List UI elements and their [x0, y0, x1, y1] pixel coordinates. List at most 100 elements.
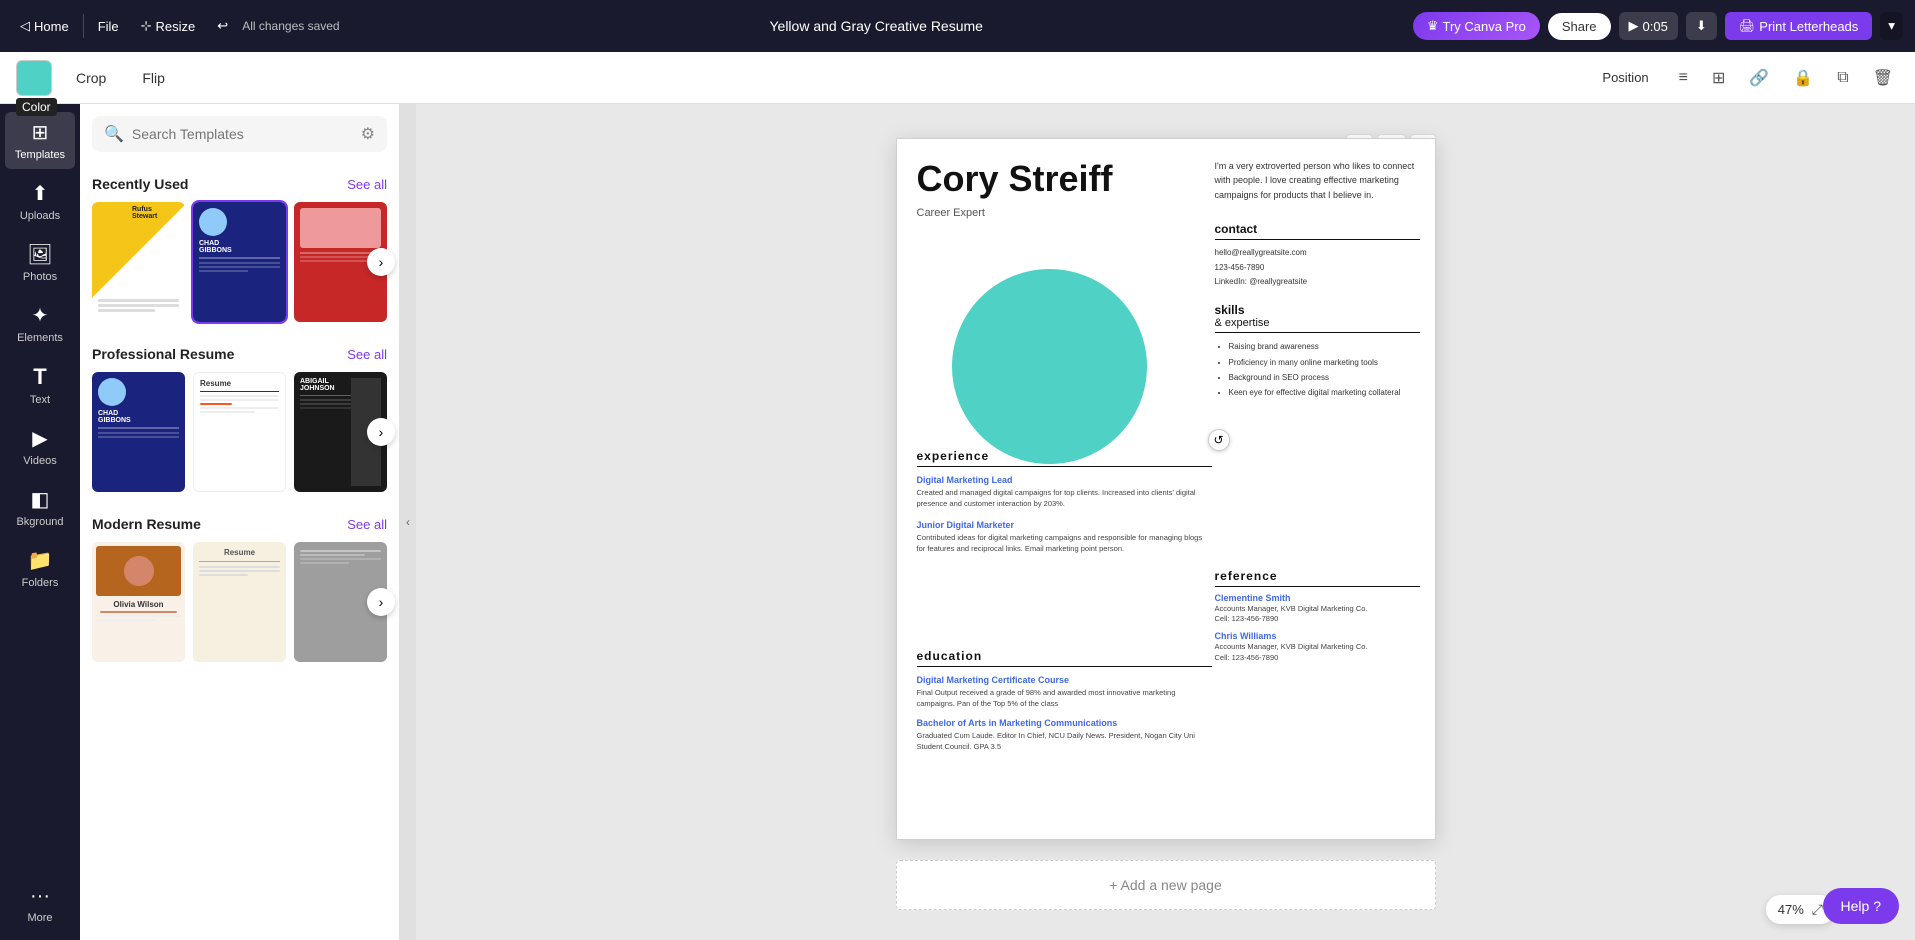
resume-title: Career Expert: [917, 207, 1162, 219]
position-label: Position: [1602, 70, 1648, 85]
skills-title: skills: [1215, 303, 1420, 317]
print-label: Print Letterheads: [1759, 19, 1858, 34]
home-button[interactable]: ◁ Home: [12, 14, 77, 38]
print-dropdown-button[interactable]: ▾: [1880, 12, 1903, 40]
sidebar-item-more[interactable]: ··· More: [5, 877, 75, 932]
contact-phone: 123-456-7890: [1215, 261, 1420, 275]
help-label: Help ?: [1841, 898, 1881, 914]
print-button[interactable]: 🖨 Print Letterheads: [1725, 12, 1873, 40]
crown-icon: ♛: [1427, 18, 1439, 34]
elements-label: Elements: [17, 332, 63, 344]
see-all-professional[interactable]: See all: [347, 347, 387, 362]
refresh-handle[interactable]: ↺: [1208, 429, 1230, 451]
reference-2: Chris Williams Accounts Manager, KVB Dig…: [1215, 631, 1420, 661]
see-all-modern[interactable]: See all: [347, 517, 387, 532]
search-box: 🔍 ⚙: [92, 116, 387, 152]
timer-button[interactable]: ▶ 0:05: [1619, 12, 1678, 40]
search-input[interactable]: [132, 126, 353, 142]
color-swatch[interactable]: [16, 60, 52, 96]
print-icon: 🖨: [1739, 18, 1756, 34]
document-title[interactable]: Yellow and Gray Creative Resume: [769, 18, 982, 34]
align-icon[interactable]: ≡: [1673, 63, 1694, 93]
canvas-resume-page[interactable]: Cory Streiff Career Expert I'm a very ex…: [896, 138, 1436, 840]
ref2-role: Accounts Manager, KVB Digital Marketing …: [1215, 641, 1420, 652]
grid-icon[interactable]: ⊞: [1706, 62, 1731, 94]
professional-grid: CHAD GIBBONS Resume: [92, 372, 387, 492]
flip-button[interactable]: Flip: [130, 64, 177, 92]
education-item-2: Bachelor of Arts in Marketing Communicat…: [917, 718, 1212, 753]
more-icon: ···: [30, 885, 50, 908]
sidebar-item-elements[interactable]: ✦ Elements: [5, 295, 75, 352]
templates-icon: ⊞: [32, 120, 49, 145]
text-icon: T: [33, 364, 46, 390]
videos-label: Videos: [23, 455, 56, 467]
uploads-label: Uploads: [20, 210, 60, 222]
template-chad2[interactable]: CHAD GIBBONS: [92, 372, 185, 492]
see-all-recently-used[interactable]: See all: [347, 177, 387, 192]
template-chad1[interactable]: CHAD GIBBONS: [193, 202, 286, 322]
section-professional-resume: Professional Resume See all CHAD GIBBONS: [80, 334, 399, 504]
crop-label: Crop: [76, 70, 106, 86]
crop-button[interactable]: Crop: [64, 64, 118, 92]
add-page-button[interactable]: + Add a new page: [896, 860, 1436, 910]
job1-role: Digital Marketing Lead: [917, 475, 1212, 485]
ref2-cell: Cell: 123-456-7890: [1215, 653, 1420, 662]
modern-next[interactable]: ›: [367, 588, 395, 616]
recently-used-grid: Rufus Stewart: [92, 202, 387, 322]
sidebar-item-photos[interactable]: 🖼 Photos: [5, 234, 75, 291]
resume-left-column: Cory Streiff Career Expert: [917, 159, 1162, 219]
share-label: Share: [1562, 19, 1597, 34]
download-button[interactable]: ⬇: [1686, 12, 1717, 40]
job2-desc: Contributed ideas for digital marketing …: [917, 532, 1212, 555]
resume-skills-section: skills & expertise Raising brand awarene…: [1215, 303, 1420, 400]
zoom-expand-icon[interactable]: ⤢: [1812, 901, 1823, 918]
help-button[interactable]: Help ?: [1823, 888, 1899, 924]
resize-label: Resize: [156, 19, 196, 34]
background-label: Bkground: [16, 516, 63, 528]
trash-icon[interactable]: 🗑: [1867, 62, 1899, 94]
education-title: education: [917, 649, 1212, 667]
undo-button[interactable]: ↩: [209, 14, 236, 38]
template-beige[interactable]: Resume: [193, 542, 286, 662]
sidebar-item-folders[interactable]: 📁 Folders: [5, 540, 75, 597]
resume-experience-section: experience Digital Marketing Lead Create…: [917, 449, 1212, 562]
zoom-level: 47%: [1778, 902, 1804, 917]
resume-name: Cory Streiff: [917, 159, 1162, 199]
lock-icon[interactable]: 🔒: [1787, 62, 1819, 94]
education-item-1: Digital Marketing Certificate Course Fin…: [917, 675, 1212, 710]
file-button[interactable]: File: [90, 15, 127, 38]
ref1-cell: Cell: 123-456-7890: [1215, 614, 1420, 623]
sidebar-item-background[interactable]: ◧ Bkground: [5, 479, 75, 536]
share-button[interactable]: Share: [1548, 13, 1611, 40]
template-olivia[interactable]: Olivia Wilson: [92, 542, 185, 662]
sidebar-item-videos[interactable]: ▶ Videos: [5, 418, 75, 475]
resume-content: Cory Streiff Career Expert I'm a very ex…: [897, 139, 1435, 839]
panel-collapse-arrow[interactable]: ‹: [400, 104, 416, 940]
section-title-modern: Modern Resume: [92, 516, 201, 532]
copy-icon[interactable]: ⧉: [1831, 63, 1854, 93]
color-picker-wrap: Color: [16, 60, 52, 96]
modern-grid-wrap: Olivia Wilson Resume: [92, 542, 387, 662]
resize-icon: ⊹: [141, 18, 152, 34]
position-button[interactable]: Position: [1590, 64, 1660, 91]
template-rufus[interactable]: Rufus Stewart: [92, 202, 185, 322]
sidebar-item-uploads[interactable]: ⬆ Uploads: [5, 173, 75, 230]
professional-next[interactable]: ›: [367, 418, 395, 446]
link-icon[interactable]: 🔗: [1743, 62, 1775, 94]
resume-reference-section: reference Clementine Smith Accounts Mana…: [1215, 569, 1420, 662]
resize-button[interactable]: ⊹ Resize: [133, 14, 204, 38]
saved-status: All changes saved: [242, 19, 339, 33]
main-layout: ⊞ Templates ⬆ Uploads 🖼 Photos ✦ Element…: [0, 104, 1915, 940]
play-icon: ▶: [1629, 18, 1639, 34]
template-white[interactable]: Resume: [193, 372, 286, 492]
recently-used-next[interactable]: ›: [367, 248, 395, 276]
try-pro-button[interactable]: ♛ Try Canva Pro: [1413, 12, 1540, 40]
sidebar-item-templates[interactable]: ⊞ Templates: [5, 112, 75, 169]
templates-panel: 🔍 ⚙ Recently Used See all Rufus: [80, 104, 400, 940]
contact-details: hello@reallygreatsite.com 123-456-7890 L…: [1215, 246, 1420, 289]
sidebar-item-text[interactable]: T Text: [5, 356, 75, 414]
try-pro-label: Try Canva Pro: [1443, 19, 1526, 34]
filter-icon[interactable]: ⚙: [361, 124, 375, 144]
toolbar-secondary: Color Crop Flip Position ≡ ⊞ 🔗 🔒 ⧉ 🗑: [0, 52, 1915, 104]
contact-linkedin: LinkedIn: @reallygreatsite: [1215, 275, 1420, 289]
